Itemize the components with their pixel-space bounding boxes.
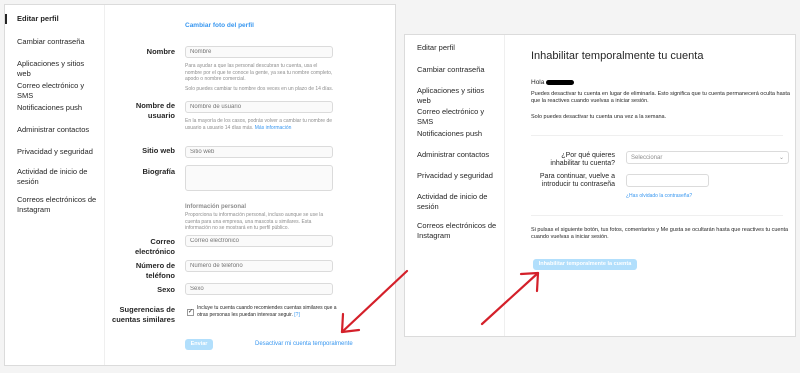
arrow-right [480, 271, 540, 326]
arrow-left [340, 269, 409, 334]
annotation-arrows [340, 269, 540, 334]
